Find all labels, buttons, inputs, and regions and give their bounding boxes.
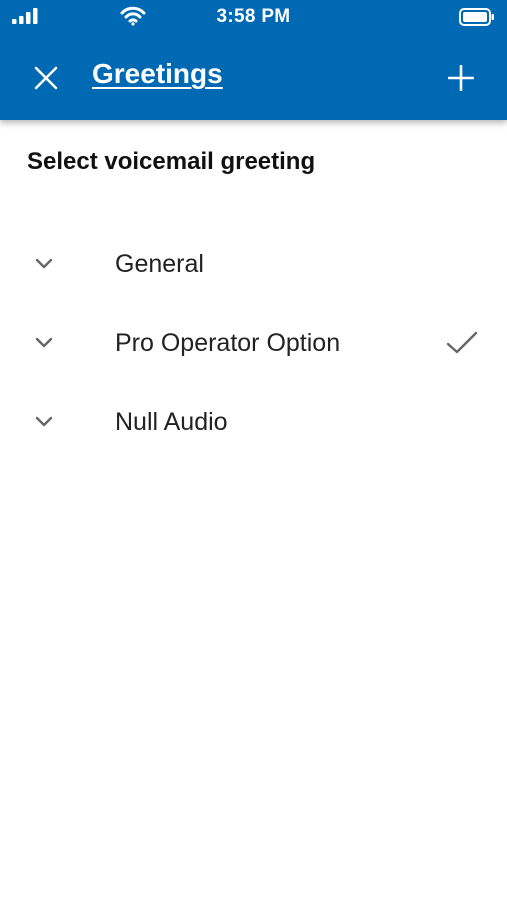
chevron-down-icon[interactable]	[34, 257, 54, 271]
add-greeting-button[interactable]	[437, 54, 485, 102]
checkmark-icon	[446, 331, 478, 354]
plus-icon	[448, 65, 474, 91]
greeting-row-general[interactable]: General	[0, 225, 507, 304]
status-time: 3:58 PM	[216, 6, 291, 27]
greeting-row-null-audio[interactable]: Null Audio	[0, 383, 507, 462]
chevron-down-icon[interactable]	[34, 415, 54, 429]
battery-icon	[459, 8, 494, 26]
header: 3:58 PM Greetings	[0, 0, 507, 120]
greeting-label: General	[115, 250, 204, 278]
chevron-down-icon[interactable]	[34, 336, 54, 350]
status-bar: 3:58 PM	[0, 0, 507, 34]
greeting-row-pro-operator-option[interactable]: Pro Operator Option	[0, 304, 507, 383]
close-button[interactable]	[22, 54, 70, 102]
greeting-label: Pro Operator Option	[115, 329, 341, 357]
page-title[interactable]: Greetings	[92, 58, 223, 90]
greeting-list: General Pro Operator Option Null Audio	[0, 225, 507, 462]
section-title: Select voicemail greeting	[27, 148, 316, 175]
close-icon	[34, 66, 58, 90]
greeting-label: Null Audio	[115, 408, 228, 436]
app-bar: Greetings	[0, 34, 507, 120]
greetings-screen: 3:58 PM Greetings Select voicemail greet	[0, 0, 507, 900]
main-content: Select voicemail greeting General Pro Op…	[0, 120, 507, 900]
